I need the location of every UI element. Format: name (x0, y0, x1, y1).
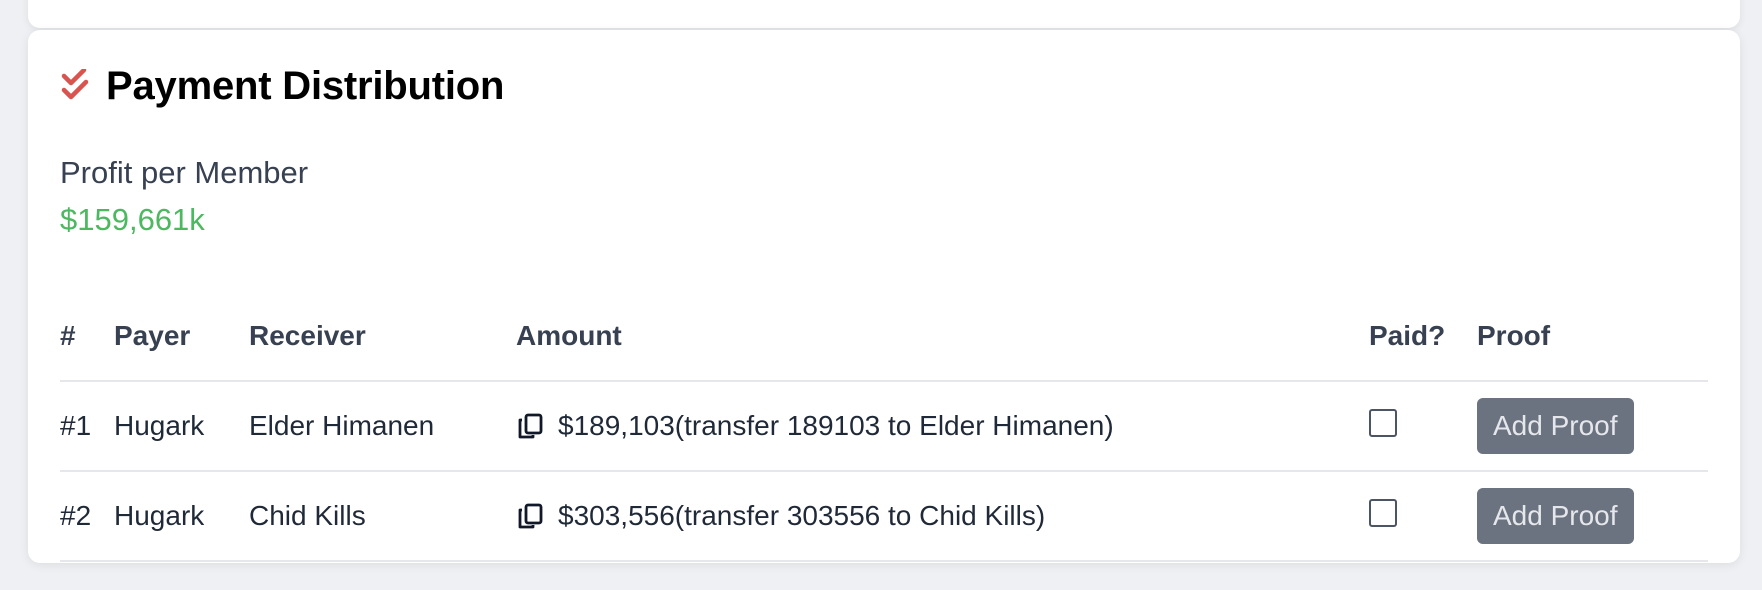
row-proof-cell: Add Proof (1477, 471, 1708, 562)
section-title: Payment Distribution (106, 64, 505, 108)
table-row: #2 Hugark Chid Kills $303,556(transfer 3… (60, 471, 1708, 562)
header-number: # (60, 292, 114, 382)
payment-table: # Payer Receiver Amount Paid? Proof #1 H… (60, 292, 1708, 562)
header-payer: Payer (114, 292, 249, 382)
row-number: #2 (60, 471, 114, 562)
row-receiver: Elder Himanen (249, 381, 516, 472)
profit-label: Profit per Member (60, 155, 309, 190)
header-amount: Amount (516, 292, 1369, 382)
profit-value: $159,661k (60, 202, 205, 237)
row-payer: Hugark (114, 471, 249, 562)
row-paid-cell (1369, 471, 1477, 562)
table-row: #1 Hugark Elder Himanen $189,103(transfe… (60, 381, 1708, 472)
section-header: Payment Distribution (60, 64, 504, 109)
paid-checkbox[interactable] (1369, 498, 1397, 527)
add-proof-button[interactable]: Add Proof (1477, 398, 1634, 454)
table-header-row: # Payer Receiver Amount Paid? Proof (60, 292, 1708, 382)
double-check-icon (60, 67, 96, 105)
row-payer: Hugark (114, 381, 249, 472)
header-proof: Proof (1477, 292, 1708, 382)
header-paid: Paid? (1369, 292, 1477, 382)
row-amount: $189,103(transfer 189103 to Elder Himane… (558, 410, 1114, 441)
copy-icon[interactable] (516, 412, 544, 440)
row-amount-cell: $189,103(transfer 189103 to Elder Himane… (516, 381, 1369, 472)
copy-icon[interactable] (516, 502, 544, 530)
row-proof-cell: Add Proof (1477, 381, 1708, 472)
add-proof-button[interactable]: Add Proof (1477, 488, 1634, 544)
row-paid-cell (1369, 381, 1477, 472)
row-number: #1 (60, 381, 114, 472)
row-amount-cell: $303,556(transfer 303556 to Chid Kills) (516, 471, 1369, 562)
row-receiver: Chid Kills (249, 471, 516, 562)
header-receiver: Receiver (249, 292, 516, 382)
payment-distribution-card: Payment Distribution Profit per Member $… (28, 30, 1740, 563)
row-amount: $303,556(transfer 303556 to Chid Kills) (558, 500, 1046, 531)
previous-card (28, 0, 1740, 28)
paid-checkbox[interactable] (1369, 408, 1397, 437)
